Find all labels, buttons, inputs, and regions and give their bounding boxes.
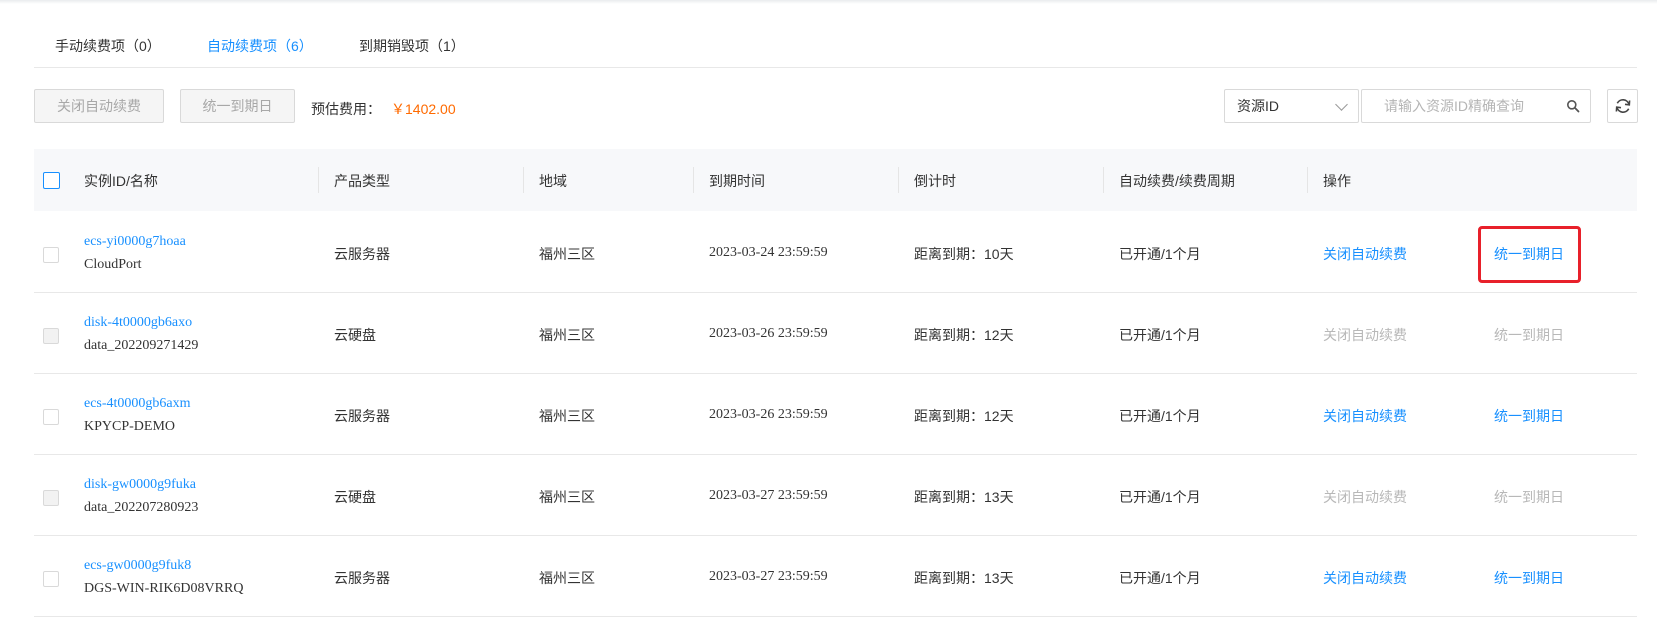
search-icon[interactable] [1566,99,1580,113]
instance-name: DGS-WIN-RIK6D08VRRQ [84,581,244,596]
renewal-status: 已开通/1个月 [1119,489,1201,505]
row-checkbox[interactable] [43,247,59,263]
instance-name: data_202207280923 [84,500,199,515]
tab-expire-destroy[interactable]: 到期销毁项（1） [359,36,465,56]
column-divider [898,167,899,193]
instance-id-link[interactable]: ecs-gw0000g9fuk8 [84,558,191,574]
product-type: 云服务器 [334,246,390,262]
table-row: ecs-4t0000gb6axm KPYCP-DEMO 云服务器 福州三区 20… [34,374,1637,455]
top-shadow [0,0,1657,4]
search-input[interactable] [1362,90,1557,122]
select-all-checkbox[interactable] [43,172,60,189]
table-header: 实例ID/名称 产品类型 地域 到期时间 倒计时 自动续费/续费周期 操作 [34,149,1637,211]
instance-id-link[interactable]: ecs-yi0000g7hoaa [84,234,186,250]
column-divider [318,167,319,193]
countdown: 距离到期：12天 [914,327,1014,343]
renewal-status: 已开通/1个月 [1119,246,1201,262]
refresh-icon [1615,99,1630,113]
close-auto-renewal-link[interactable]: 关闭自动续费 [1323,406,1407,426]
close-auto-renewal-link[interactable]: 关闭自动续费 [1323,244,1407,264]
column-header-expire: 到期时间 [709,173,765,189]
column-header-countdown: 倒计时 [914,173,956,189]
instance-name: CloudPort [84,257,142,272]
column-header-region: 地域 [539,173,567,189]
expire-time: 2023-03-27 23:59:59 [709,488,828,503]
table-row: disk-gw0000g9fuka data_202207280923 云硬盘 … [34,455,1637,536]
product-type: 云硬盘 [334,489,376,505]
chevron-down-icon [1335,98,1348,111]
column-divider [693,167,694,193]
instance-name: data_202209271429 [84,338,199,353]
unify-expiry-link[interactable]: 统一到期日 [1494,568,1564,588]
renewal-status: 已开通/1个月 [1119,408,1201,424]
close-auto-renewal-link[interactable]: 关闭自动续费 [1323,568,1407,588]
row-checkbox[interactable] [43,571,59,587]
region: 福州三区 [539,408,595,424]
instance-name: KPYCP-DEMO [84,419,176,434]
search-field-select[interactable]: 资源ID [1224,89,1359,123]
table-row: ecs-yi0000g7hoaa CloudPort 云服务器 福州三区 202… [34,212,1637,293]
renewal-tabs: 手动续费项（0） 自动续费项（6） 到期销毁项（1） [34,22,1637,68]
tab-auto-renewal[interactable]: 自动续费项（6） [207,36,313,56]
column-header-type: 产品类型 [334,173,390,189]
column-divider [1103,167,1104,193]
row-checkbox[interactable] [43,328,59,344]
product-type: 云服务器 [334,570,390,586]
expire-time: 2023-03-26 23:59:59 [709,326,828,341]
column-header-actions: 操作 [1323,173,1351,189]
instance-id-link[interactable]: disk-4t0000gb6axo [84,315,192,331]
expire-time: 2023-03-27 23:59:59 [709,569,828,584]
estimated-fee-value: ￥1402.00 [391,101,456,117]
region: 福州三区 [539,489,595,505]
region: 福州三区 [539,246,595,262]
row-checkbox[interactable] [43,490,59,506]
product-type: 云硬盘 [334,327,376,343]
instance-id-link[interactable]: ecs-4t0000gb6axm [84,396,191,412]
product-type: 云服务器 [334,408,390,424]
close-auto-renewal-link[interactable]: 关闭自动续费 [1323,325,1407,345]
countdown: 距离到期：13天 [914,489,1014,505]
estimated-fee-label: 预估费用： [311,101,381,117]
unify-expiry-link[interactable]: 统一到期日 [1494,406,1564,426]
close-auto-renewal-link[interactable]: 关闭自动续费 [1323,487,1407,507]
countdown: 距离到期：13天 [914,570,1014,586]
row-checkbox[interactable] [43,409,59,425]
table-row: ecs-gw0000g9fuk8 DGS-WIN-RIK6D08VRRQ 云服务… [34,536,1637,617]
column-header-renewal: 自动续费/续费周期 [1119,173,1235,189]
region: 福州三区 [539,570,595,586]
column-divider [1307,167,1308,193]
table-row: disk-4t0000gb6axo data_202209271429 云硬盘 … [34,293,1637,374]
renewal-status: 已开通/1个月 [1119,570,1201,586]
expire-time: 2023-03-24 23:59:59 [709,245,828,260]
column-header-instance: 实例ID/名称 [84,173,158,189]
tab-manual-renewal[interactable]: 手动续费项（0） [55,36,161,56]
expire-time: 2023-03-26 23:59:59 [709,407,828,422]
countdown: 距离到期：12天 [914,408,1014,424]
unify-expiry-link[interactable]: 统一到期日 [1494,244,1564,264]
unify-expiry-button[interactable]: 统一到期日 [180,89,295,123]
unify-expiry-link[interactable]: 统一到期日 [1494,325,1564,345]
search-field-select-value: 资源ID [1237,98,1279,114]
renewal-status: 已开通/1个月 [1119,327,1201,343]
unify-expiry-link[interactable]: 统一到期日 [1494,487,1564,507]
instance-id-link[interactable]: disk-gw0000g9fuka [84,477,196,493]
resource-search-box [1361,89,1591,123]
countdown: 距离到期：10天 [914,246,1014,262]
column-divider [523,167,524,193]
region: 福州三区 [539,327,595,343]
close-auto-renewal-button[interactable]: 关闭自动续费 [34,89,164,123]
refresh-button[interactable] [1607,89,1638,123]
